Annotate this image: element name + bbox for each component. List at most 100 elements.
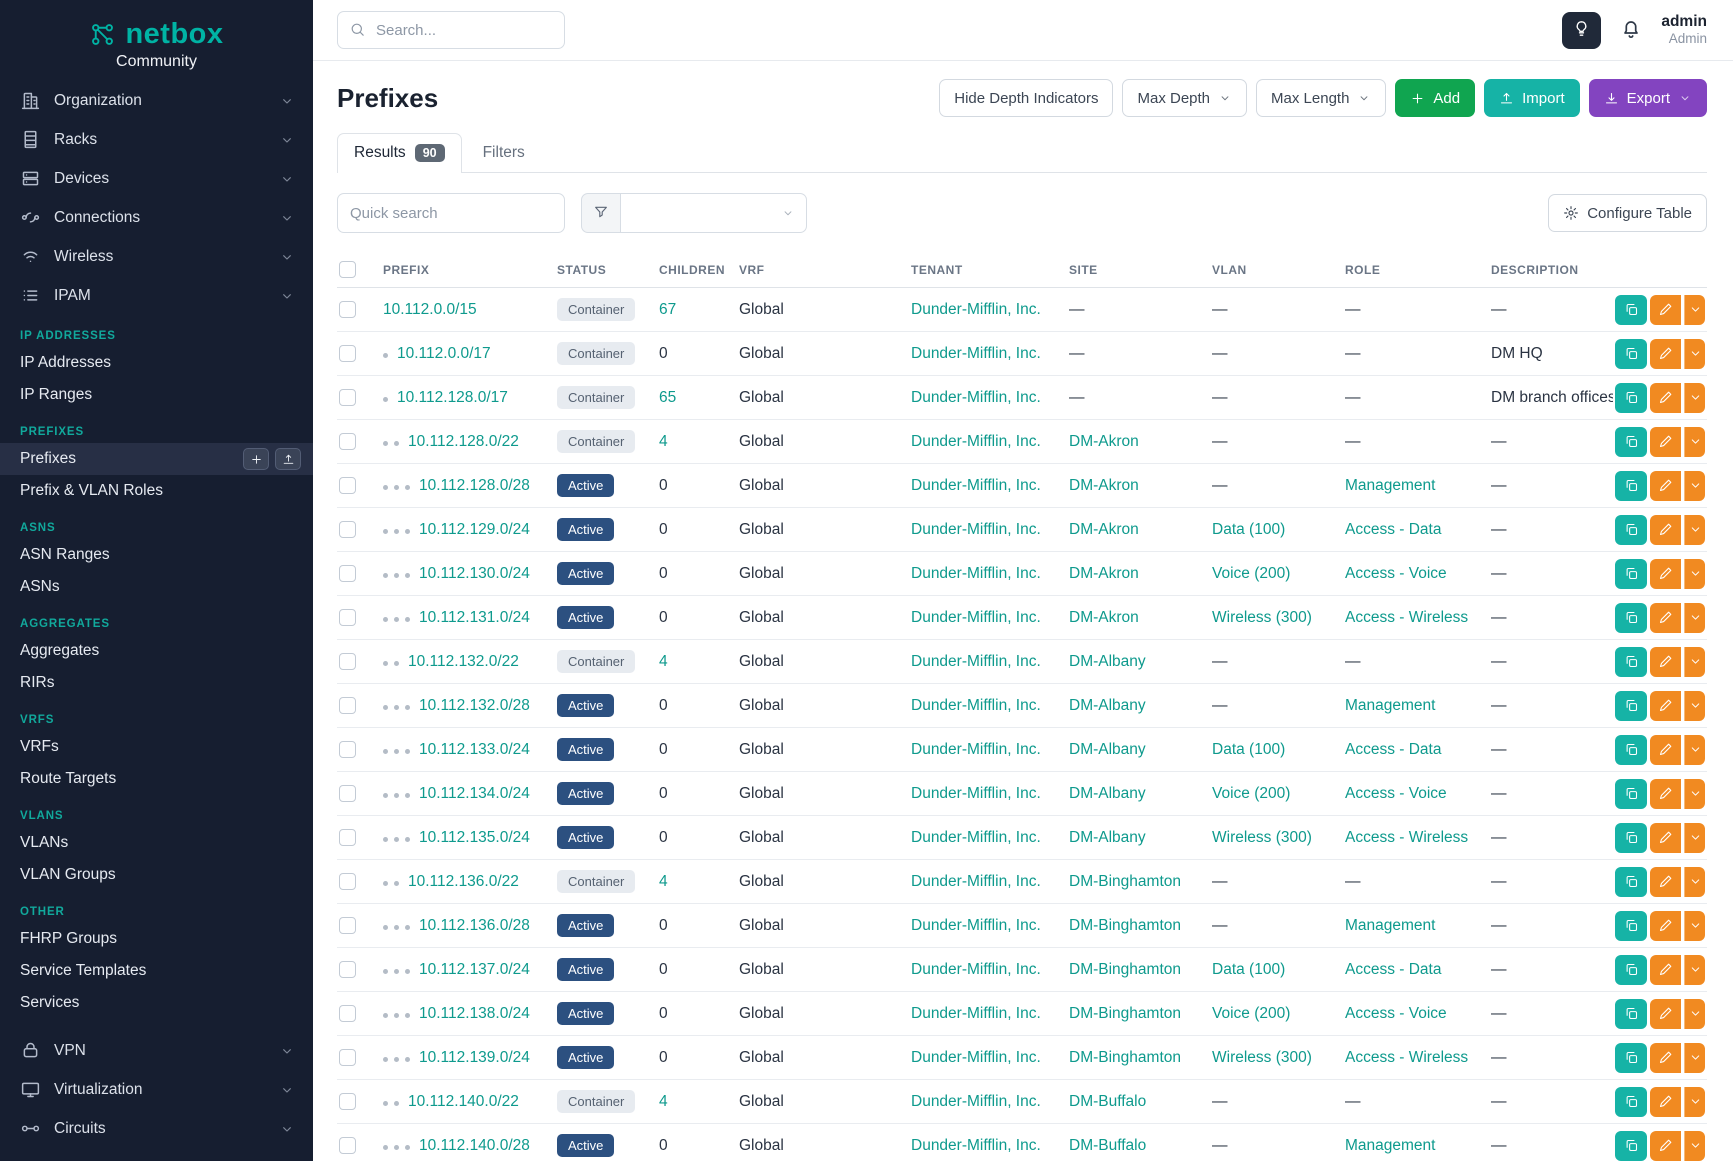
edit-button[interactable] [1650,427,1681,457]
row-checkbox[interactable] [339,697,356,714]
role-link[interactable]: Access - Data [1345,508,1491,552]
vlan-link[interactable]: Data (100) [1212,508,1345,552]
tenant-link[interactable]: Dunder-Mifflin, Inc. [911,873,1041,890]
site-link[interactable]: DM-Binghamton [1069,904,1212,948]
sidebar-item-racks[interactable]: Racks [0,120,313,159]
row-checkbox[interactable] [339,1137,356,1154]
site-link[interactable]: DM-Akron [1069,420,1212,464]
column-header-role[interactable]: ROLE [1345,251,1491,288]
vlan-link[interactable]: Voice (200) [1212,992,1345,1036]
children-count[interactable]: 4 [659,1080,739,1124]
row-checkbox[interactable] [339,301,356,318]
sidebar-item-circuits[interactable]: Circuits [0,1109,313,1148]
site-link[interactable]: DM-Buffalo [1069,1080,1212,1124]
select-all-checkbox[interactable] [339,261,356,278]
column-header-status[interactable]: STATUS [557,251,659,288]
site-link[interactable]: DM-Akron [1069,552,1212,596]
sidebar-item-services[interactable]: Services [0,987,313,1019]
sidebar-item-vlan-groups[interactable]: VLAN Groups [0,859,313,891]
prefix-link[interactable]: 10.112.128.0/22 [408,433,519,450]
edit-button[interactable] [1650,471,1681,501]
tenant-link[interactable]: Dunder-Mifflin, Inc. [911,565,1041,582]
tenant-link[interactable]: Dunder-Mifflin, Inc. [911,389,1041,406]
edit-dropdown-button[interactable] [1684,427,1705,457]
site-link[interactable]: DM-Albany [1069,640,1212,684]
edit-button[interactable] [1650,1131,1681,1161]
prefix-link[interactable]: 10.112.130.0/24 [419,565,530,582]
edit-button[interactable] [1650,691,1681,721]
role-link[interactable]: Access - Data [1345,948,1491,992]
edit-button[interactable] [1650,1043,1681,1073]
children-count[interactable]: 4 [659,860,739,904]
tenant-link[interactable]: Dunder-Mifflin, Inc. [911,785,1041,802]
row-checkbox[interactable] [339,389,356,406]
site-link[interactable]: DM-Albany [1069,816,1212,860]
sidebar-item-asn-ranges[interactable]: ASN Ranges [0,539,313,571]
prefix-link[interactable]: 10.112.134.0/24 [419,785,530,802]
tab-results[interactable]: Results 90 [337,133,462,173]
vlan-link[interactable]: Data (100) [1212,948,1345,992]
clone-button[interactable] [1615,647,1647,677]
site-link[interactable]: DM-Buffalo [1069,1124,1212,1161]
edit-dropdown-button[interactable] [1684,911,1705,941]
row-checkbox[interactable] [339,1049,356,1066]
clone-button[interactable] [1615,339,1647,369]
clone-button[interactable] [1615,1131,1647,1161]
edit-dropdown-button[interactable] [1684,955,1705,985]
clone-button[interactable] [1615,823,1647,853]
clone-button[interactable] [1615,383,1647,413]
site-link[interactable]: DM-Binghamton [1069,1036,1212,1080]
hide-depth-indicators-button[interactable]: Hide Depth Indicators [939,79,1113,117]
edit-button[interactable] [1650,955,1681,985]
edit-button[interactable] [1650,911,1681,941]
edit-dropdown-button[interactable] [1684,823,1705,853]
edit-dropdown-button[interactable] [1684,1131,1705,1161]
children-count[interactable]: 4 [659,640,739,684]
column-header-tenant[interactable]: TENANT [911,251,1069,288]
edit-button[interactable] [1650,1087,1681,1117]
clone-button[interactable] [1615,1043,1647,1073]
prefix-link[interactable]: 10.112.135.0/24 [419,829,530,846]
sidebar-item-service-templates[interactable]: Service Templates [0,955,313,987]
edit-dropdown-button[interactable] [1684,559,1705,589]
row-checkbox[interactable] [339,345,356,362]
edit-dropdown-button[interactable] [1684,735,1705,765]
vlan-link[interactable]: Wireless (300) [1212,1036,1345,1080]
clone-button[interactable] [1615,559,1647,589]
clone-button[interactable] [1615,515,1647,545]
edit-dropdown-button[interactable] [1684,339,1705,369]
edit-button[interactable] [1650,867,1681,897]
role-link[interactable]: Management [1345,684,1491,728]
sidebar-item-prefix-vlan-roles[interactable]: Prefix & VLAN Roles [0,475,313,507]
clone-button[interactable] [1615,471,1647,501]
brand[interactable]: netbox Community [0,0,313,77]
edit-dropdown-button[interactable] [1684,691,1705,721]
site-link[interactable]: DM-Akron [1069,596,1212,640]
tenant-link[interactable]: Dunder-Mifflin, Inc. [911,433,1041,450]
clone-button[interactable] [1615,603,1647,633]
max-depth-dropdown[interactable]: Max Depth [1122,79,1247,117]
theme-toggle-button[interactable] [1562,12,1601,49]
site-link[interactable]: DM-Binghamton [1069,992,1212,1036]
role-link[interactable]: Management [1345,904,1491,948]
prefix-link[interactable]: 10.112.128.0/28 [419,477,530,494]
edit-button[interactable] [1650,735,1681,765]
site-link[interactable]: DM-Albany [1069,684,1212,728]
sidebar-item-aggregates[interactable]: Aggregates [0,635,313,667]
prefix-link[interactable]: 10.112.0.0/17 [397,345,491,362]
edit-dropdown-button[interactable] [1684,515,1705,545]
tenant-link[interactable]: Dunder-Mifflin, Inc. [911,301,1041,318]
prefix-link[interactable]: 10.112.140.0/22 [408,1093,519,1110]
role-link[interactable]: Access - Wireless [1345,596,1491,640]
edit-button[interactable] [1650,999,1681,1029]
edit-dropdown-button[interactable] [1684,1087,1705,1117]
role-link[interactable]: Access - Voice [1345,772,1491,816]
row-checkbox[interactable] [339,433,356,450]
tenant-link[interactable]: Dunder-Mifflin, Inc. [911,653,1041,670]
tenant-link[interactable]: Dunder-Mifflin, Inc. [911,961,1041,978]
edit-dropdown-button[interactable] [1684,471,1705,501]
children-count[interactable]: 4 [659,420,739,464]
vlan-link[interactable]: Wireless (300) [1212,816,1345,860]
column-header-vlan[interactable]: VLAN [1212,251,1345,288]
tenant-link[interactable]: Dunder-Mifflin, Inc. [911,1093,1041,1110]
